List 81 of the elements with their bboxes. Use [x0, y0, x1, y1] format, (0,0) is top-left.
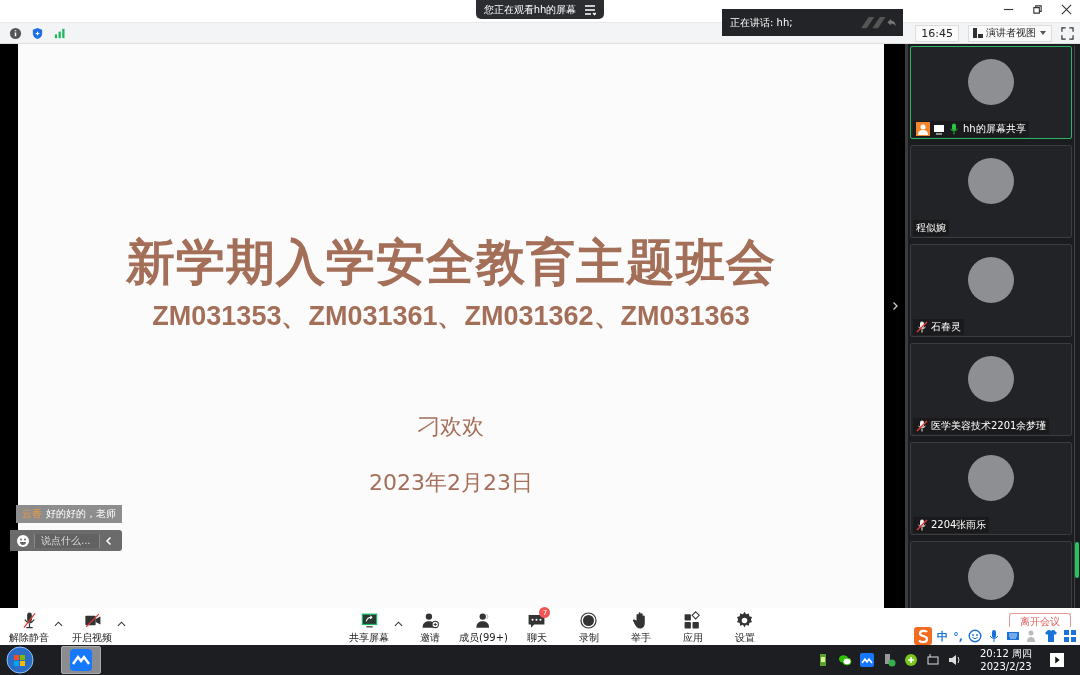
- apps-icon: [683, 611, 703, 630]
- emoji-icon[interactable]: [16, 533, 30, 548]
- sharing-title: 您正在观看hh的屏幕: [483, 2, 577, 17]
- network-icon[interactable]: [926, 653, 940, 667]
- settings-icon: [735, 611, 755, 630]
- avatar: [968, 59, 1015, 105]
- avatar: [968, 554, 1015, 600]
- slide-title: 新学期入学安全教育主题班会: [126, 233, 776, 293]
- record-icon: [579, 611, 599, 630]
- toolbar-button[interactable]: 成员(99+): [457, 608, 510, 645]
- clock-date: 2023/2/23: [980, 660, 1032, 673]
- participant-name: 2204张雨乐: [931, 518, 987, 532]
- caret-icon: [1039, 29, 1047, 37]
- participant-tile[interactable]: [910, 541, 1073, 608]
- slide-date: 2023年2月23日: [369, 469, 533, 497]
- avatar: [968, 257, 1015, 303]
- chat-sender: 云香: [22, 507, 42, 521]
- toolbar-button[interactable]: 设置: [719, 608, 770, 645]
- chat-app-icon[interactable]: [838, 653, 852, 667]
- taskbar-clock[interactable]: 20:12 周四 2023/2/23: [980, 647, 1032, 673]
- close-icon[interactable]: [1061, 4, 1072, 15]
- plus-badge-icon[interactable]: [904, 653, 918, 667]
- participant-tile[interactable]: hh的屏幕共享: [910, 46, 1073, 139]
- caret-icon[interactable]: [54, 621, 63, 627]
- toolbar-button[interactable]: 应用: [667, 608, 718, 645]
- screen-share-icon: [933, 123, 945, 135]
- participant-tile[interactable]: 石春灵: [910, 244, 1073, 337]
- view-dropdown[interactable]: 演讲者视图: [968, 24, 1052, 42]
- slide-author: 刁欢欢: [418, 413, 484, 441]
- toolbar-button[interactable]: 举手: [615, 608, 666, 645]
- layout-icon: [973, 28, 983, 38]
- slide-subtitle: ZM031353、ZM031361、ZM031362、ZM031363: [152, 300, 750, 333]
- info-icon[interactable]: [9, 26, 22, 40]
- screen-share-icon: [359, 611, 379, 630]
- participant-tile[interactable]: 程似婉: [910, 145, 1073, 238]
- avatar: [968, 455, 1015, 501]
- microphone-icon[interactable]: [987, 629, 1001, 643]
- list-icon[interactable]: [584, 3, 597, 16]
- participant-name: 程似婉: [916, 221, 946, 235]
- avatar: [968, 356, 1015, 402]
- shirt-icon[interactable]: [1044, 629, 1058, 643]
- collapse-icon[interactable]: [104, 535, 114, 546]
- add-user-icon: [420, 611, 440, 630]
- participant-name: hh的屏幕共享: [963, 122, 1026, 136]
- scrollbar[interactable]: [1074, 46, 1080, 608]
- grid-icon[interactable]: [1063, 629, 1077, 643]
- keyboard-icon[interactable]: [1006, 629, 1020, 643]
- ime-punctuation[interactable]: °,: [953, 629, 963, 643]
- chat-input-field[interactable]: 说点什么...: [34, 533, 100, 548]
- toolbar-button[interactable]: 解除静音: [4, 608, 54, 645]
- meeting-timer: 16:45: [915, 24, 959, 42]
- smiley-icon[interactable]: [968, 629, 982, 643]
- toolbar-button[interactable]: 共享屏幕: [344, 608, 394, 645]
- wave-icon: [859, 15, 897, 30]
- toolbar-button[interactable]: 邀请: [405, 608, 455, 645]
- speaker-icon[interactable]: [948, 653, 962, 667]
- toolbar-button[interactable]: 开启视频: [67, 608, 117, 645]
- ime-mode[interactable]: 中: [937, 628, 949, 644]
- device-check-icon[interactable]: [882, 653, 896, 667]
- shield-icon[interactable]: [31, 26, 44, 40]
- taskbar-app-button[interactable]: [61, 646, 101, 674]
- caret-icon[interactable]: [117, 621, 126, 627]
- ime-logo-icon[interactable]: [914, 627, 933, 645]
- avatar: [968, 158, 1015, 204]
- meeting-tray-icon[interactable]: [860, 653, 874, 667]
- participant-tile[interactable]: 医学美容技术2201余梦瑾: [910, 343, 1073, 436]
- start-button[interactable]: [6, 646, 34, 674]
- scrollbar-thumb[interactable]: [1075, 542, 1080, 578]
- participant-tile[interactable]: 2204张雨乐: [910, 442, 1073, 535]
- participant-name: 医学美容技术2201余梦瑾: [931, 419, 1047, 433]
- participant-name: 石春灵: [931, 320, 961, 334]
- toolbar-button[interactable]: 录制: [563, 608, 614, 645]
- video-off-icon: [82, 611, 102, 630]
- clock-time: 20:12 周四: [980, 647, 1032, 660]
- caret-icon[interactable]: [394, 621, 403, 627]
- speaker-text: 正在讲话: hh;: [730, 15, 793, 30]
- restore-icon[interactable]: [1032, 4, 1043, 15]
- fullscreen-icon[interactable]: [1061, 26, 1074, 40]
- chat-message: 好的好的，老师: [46, 507, 116, 521]
- notification-icon[interactable]: [1050, 653, 1064, 667]
- meeting-app-icon: [70, 649, 92, 671]
